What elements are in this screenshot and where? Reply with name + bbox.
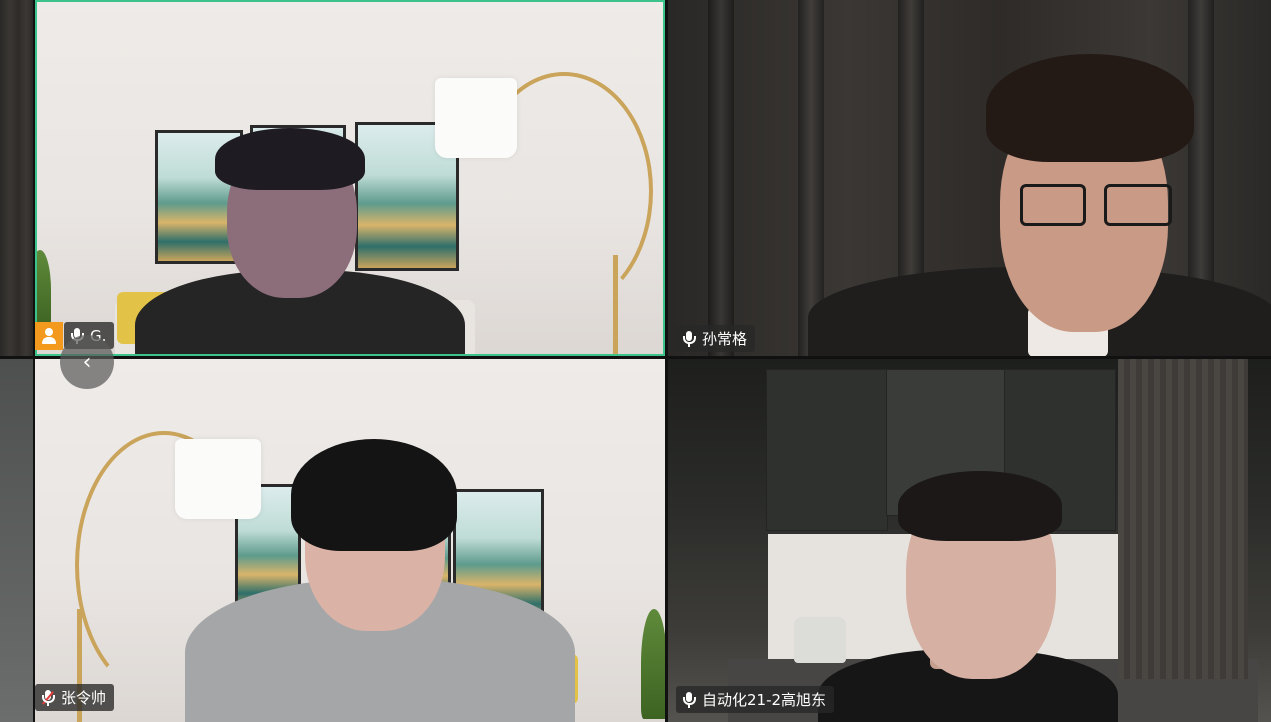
participant-video-host — [135, 120, 465, 356]
name-tag-2: 孙常格 — [676, 325, 756, 352]
previous-page-button[interactable]: ‹ — [60, 335, 114, 389]
host-badge — [35, 322, 63, 350]
person-icon-body — [42, 337, 56, 344]
name-tag-3: 张令帅 — [35, 684, 115, 711]
microphone-icon — [682, 691, 696, 709]
name-tag-4: 自动化21-2高旭东 — [676, 686, 835, 713]
microphone-muted-icon — [41, 689, 55, 707]
video-tile-3[interactable] — [35, 359, 665, 722]
person-icon — [45, 328, 53, 336]
curtain-wall — [1118, 359, 1248, 679]
plant — [641, 609, 665, 719]
participant-name: 自动化21-2高旭东 — [702, 691, 827, 709]
participant-name: 张令帅 — [61, 689, 107, 707]
microphone-icon — [682, 330, 696, 348]
video-tile-2[interactable] — [668, 0, 1271, 356]
participant-name: 孙常格 — [702, 330, 748, 348]
participant-video-2 — [788, 52, 1271, 356]
lamp-pole — [613, 255, 618, 356]
video-tile-host[interactable] — [35, 0, 665, 356]
chevron-left-icon: ‹ — [82, 349, 92, 375]
edge-strip-bottom — [0, 359, 33, 722]
video-tile-4[interactable] — [668, 359, 1271, 722]
participant-video-3 — [185, 439, 575, 722]
plant — [35, 250, 51, 330]
edge-strip-top — [0, 0, 33, 356]
participant-video-4 — [818, 469, 1118, 722]
